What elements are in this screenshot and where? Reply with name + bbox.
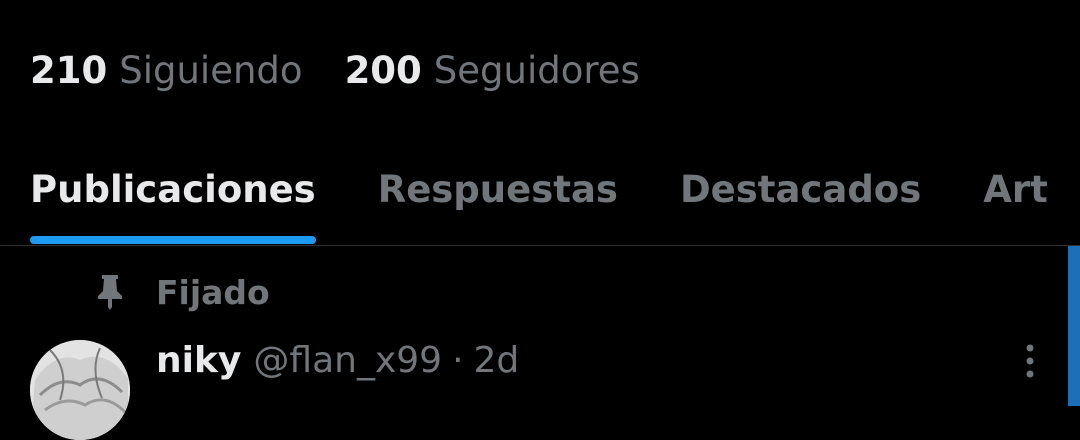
tab-label: Destacados xyxy=(679,168,922,211)
pinned-label: Fijado xyxy=(156,272,270,312)
more-vertical-icon xyxy=(1025,343,1035,383)
author-handle[interactable]: @flan_x99 xyxy=(253,340,442,381)
following-label: Siguiendo xyxy=(119,48,303,92)
followers-count: 200 xyxy=(344,48,422,92)
followers-stat[interactable]: 200 Seguidores xyxy=(345,49,640,92)
tab-publicaciones[interactable]: Publicaciones xyxy=(30,160,316,244)
more-options-button[interactable] xyxy=(1012,340,1048,386)
follow-stats: 210 Siguiendo 200 Seguidores xyxy=(30,44,682,96)
avatar[interactable] xyxy=(30,340,130,440)
author-name[interactable]: niky xyxy=(156,340,241,381)
tab-respuestas[interactable]: Respuestas xyxy=(378,160,618,220)
tab-destacados[interactable]: Destacados xyxy=(680,160,921,220)
tab-articulos[interactable]: Art xyxy=(983,160,1048,220)
pinned-indicator: Fijado xyxy=(94,266,270,318)
profile-tabs: Publicaciones Respuestas Destacados Art xyxy=(30,160,1080,246)
separator-dot: · xyxy=(452,339,464,381)
pin-icon xyxy=(94,272,126,312)
scroll-indicator xyxy=(1068,246,1080,406)
tab-label: Respuestas xyxy=(377,168,618,211)
post-header: niky @flan_x99 · 2d xyxy=(156,334,519,386)
active-tab-indicator xyxy=(30,236,316,244)
followers-label: Seguidores xyxy=(433,48,640,92)
following-stat[interactable]: 210 Siguiendo xyxy=(30,49,303,92)
tab-label: Publicaciones xyxy=(30,168,316,211)
post-timestamp[interactable]: 2d xyxy=(474,340,520,381)
tabs-divider xyxy=(0,245,1080,246)
tab-label: Art xyxy=(983,168,1048,211)
following-count: 210 xyxy=(30,48,108,92)
